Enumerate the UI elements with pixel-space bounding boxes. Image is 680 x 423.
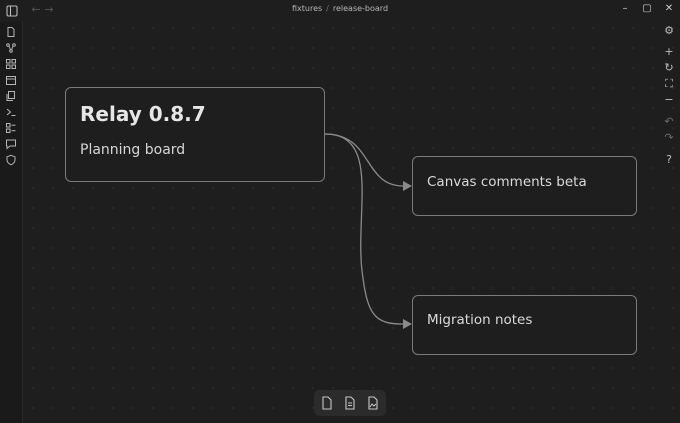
- edge-arrow-comments: [403, 181, 412, 191]
- reset-zoom-icon[interactable]: ↻: [658, 60, 680, 76]
- canvas[interactable]: Relay 0.8.7 Planning board Canvas commen…: [23, 18, 680, 423]
- minimize-icon[interactable]: –: [614, 0, 636, 18]
- redo-icon[interactable]: ↷: [658, 130, 680, 146]
- chat-icon[interactable]: [5, 138, 17, 150]
- breadcrumb-separator: /: [326, 4, 329, 13]
- card-toolbar: [314, 390, 386, 416]
- card-relay-title: Relay 0.8.7: [80, 102, 206, 126]
- edge-to-migration: [324, 133, 404, 325]
- grid-icon[interactable]: [5, 58, 17, 70]
- card-migration-title: Migration notes: [427, 312, 533, 328]
- card-relay[interactable]: Relay 0.8.7 Planning board: [65, 87, 325, 182]
- maximize-icon[interactable]: ▢: [636, 0, 658, 18]
- file-icon[interactable]: [5, 26, 17, 38]
- settings-icon[interactable]: ⚙: [658, 23, 680, 39]
- card-comments-title: Canvas comments beta: [427, 174, 587, 190]
- help-icon[interactable]: ?: [658, 152, 680, 168]
- layout-icon[interactable]: [5, 122, 17, 134]
- undo-icon[interactable]: ↶: [658, 114, 680, 130]
- note-icon[interactable]: [342, 395, 358, 411]
- card-migration[interactable]: Migration notes: [412, 295, 637, 355]
- close-icon[interactable]: ✕: [658, 0, 680, 18]
- new-card-icon[interactable]: [319, 395, 335, 411]
- media-icon[interactable]: [365, 395, 381, 411]
- card-relay-subtitle: Planning board: [80, 142, 186, 158]
- zoom-in-icon[interactable]: +: [658, 44, 680, 60]
- zoom-out-icon[interactable]: −: [658, 92, 680, 108]
- calendar-icon[interactable]: [5, 74, 17, 86]
- breadcrumb-file[interactable]: release-board: [333, 4, 388, 13]
- copy-icon[interactable]: [5, 90, 17, 102]
- edges: [324, 133, 412, 329]
- left-ribbon: [0, 22, 23, 423]
- edge-arrow-migration: [403, 319, 412, 329]
- fit-icon[interactable]: ⛶: [658, 76, 680, 92]
- edge-to-comments: [324, 133, 404, 187]
- terminal-icon[interactable]: [5, 106, 17, 118]
- shield-icon[interactable]: [5, 154, 17, 166]
- breadcrumb-folder[interactable]: fixtures: [292, 4, 322, 13]
- graph-icon[interactable]: [5, 42, 17, 54]
- breadcrumb: fixtures / release-board: [0, 4, 680, 13]
- card-comments[interactable]: Canvas comments beta: [412, 156, 637, 216]
